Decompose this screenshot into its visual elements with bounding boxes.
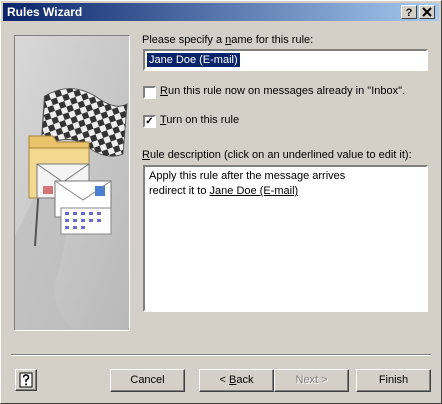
close-icon <box>422 7 432 17</box>
checkered-flag-envelopes-icon <box>15 36 129 330</box>
rule-name-label: Please specify a name for this rule: <box>142 34 313 46</box>
rule-name-label-rest: ame for this rule: <box>231 34 314 46</box>
next-button[interactable]: Next > <box>274 369 349 392</box>
redirect-target-link[interactable]: Jane Doe (E-mail) <box>210 185 299 197</box>
help-button[interactable] <box>15 369 37 391</box>
run-now-text: un this rule now on messages already in … <box>167 85 406 97</box>
turn-on-label[interactable]: Turn on this rule <box>160 114 239 126</box>
button-separator <box>11 354 431 356</box>
question-mark-icon <box>19 372 33 388</box>
rule-description-mnemonic: R <box>142 149 150 161</box>
rule-description-box: Apply this rule after the message arrive… <box>143 165 428 312</box>
description-line-2: redirect it to Jane Doe (E-mail) <box>149 184 422 199</box>
description-line-2-prefix: redirect it to <box>149 185 210 197</box>
wizard-illustration <box>14 35 130 331</box>
turn-on-text: urn on this rule <box>166 114 240 126</box>
rule-name-value: Jane Doe (E-mail) <box>147 53 240 67</box>
window-title: Rules Wizard <box>7 5 83 19</box>
rule-name-label-text: Please specify a <box>142 34 226 46</box>
rules-wizard-window: Rules Wizard ? Please specify a name for… <box>0 0 442 404</box>
back-arrow-text: < <box>219 374 229 386</box>
run-now-checkbox[interactable] <box>143 86 156 99</box>
title-bar: Rules Wizard ? <box>3 3 439 21</box>
back-button[interactable]: < Back <box>199 369 274 392</box>
back-text: ack <box>236 374 254 386</box>
close-button[interactable] <box>419 5 435 19</box>
checkmark-icon: ✓ <box>145 116 154 127</box>
rule-description-label-text: ule description (click on an underlined … <box>149 149 412 161</box>
title-help-button[interactable]: ? <box>401 5 417 19</box>
finish-button[interactable]: Finish <box>356 369 431 392</box>
rule-name-input[interactable]: Jane Doe (E-mail) <box>143 49 428 71</box>
run-now-mnemonic: R <box>160 85 168 97</box>
turn-on-checkbox[interactable]: ✓ <box>143 115 156 128</box>
description-line-1: Apply this rule after the message arrive… <box>149 170 346 182</box>
cancel-button[interactable]: Cancel <box>110 369 185 392</box>
run-now-label[interactable]: Run this rule now on messages already in… <box>160 85 405 97</box>
rule-description-label: Rule description (click on an underlined… <box>142 149 412 161</box>
